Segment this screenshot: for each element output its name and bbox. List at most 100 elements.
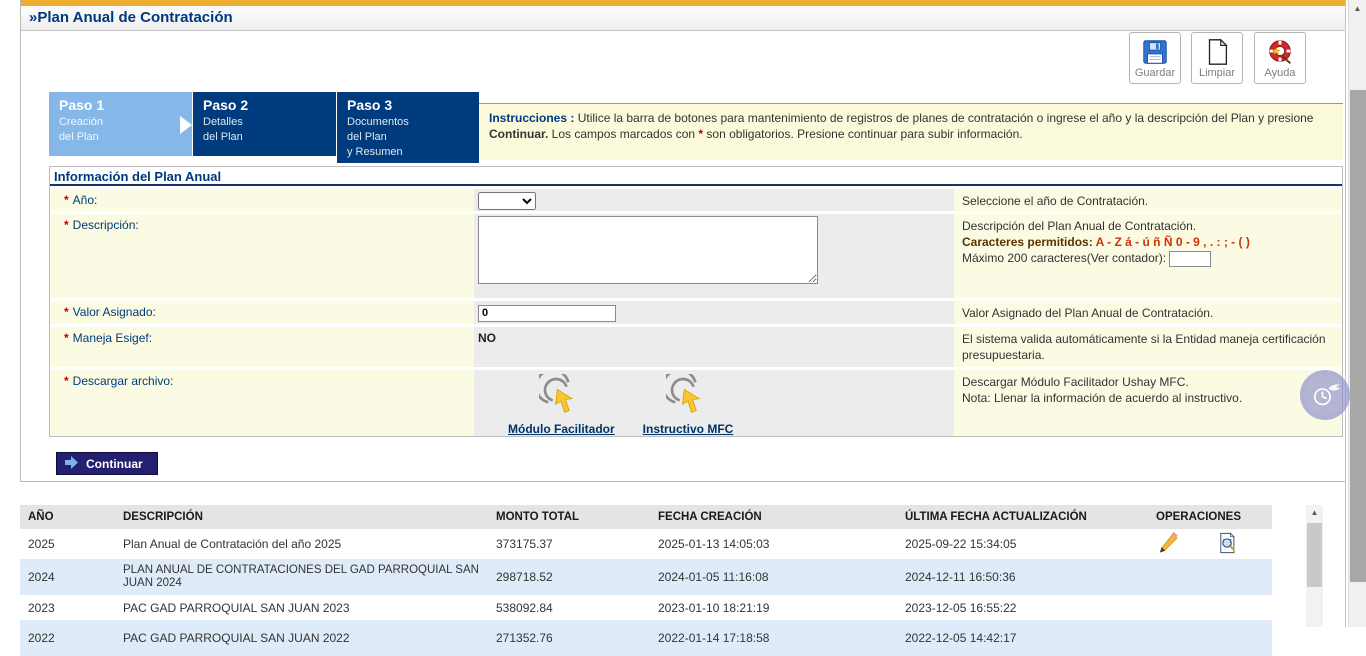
cell-actualizacion: 2023-12-05 16:55:22 [897, 601, 1148, 615]
cell-descripcion: PAC GAD PARROQUIAL SAN JUAN 2023 [115, 601, 488, 615]
anio-select[interactable] [478, 192, 536, 210]
continue-arrow-icon [65, 456, 78, 472]
cell-fecha-creacion: 2024-01-05 11:16:08 [650, 570, 897, 584]
cell-fecha-creacion: 2023-01-10 18:21:19 [650, 601, 897, 615]
descargar-label: Descargar archivo: [73, 374, 174, 388]
descripcion-help: Descripción del Plan Anual de Contrataci… [954, 214, 1342, 298]
descargar-help: Descargar Módulo Facilitador Ushay MFC. … [954, 370, 1342, 436]
page-scrollbar[interactable]: ▲ [1348, 0, 1366, 627]
anio-help: Seleccione el año de Contratación. [954, 189, 1342, 211]
valor-control-cell [474, 301, 954, 324]
descripcion-control-cell [474, 214, 954, 298]
table-scrollbar[interactable]: ▲ [1306, 505, 1323, 627]
descripcion-help-line1: Descripción del Plan Anual de Contrataci… [962, 219, 1196, 233]
descargar-label-cell: * Descargar archivo: [50, 370, 474, 436]
table-scrollbar-thumb[interactable] [1307, 523, 1322, 587]
help-lifebuoy-icon [1255, 33, 1305, 67]
save-label: Guardar [1130, 67, 1180, 79]
cell-monto: 298718.52 [488, 570, 650, 584]
cell-descripcion: PAC GAD PARROQUIAL SAN JUAN 2022 [115, 631, 488, 645]
cell-actualizacion: 2024-12-11 16:50:36 [897, 570, 1148, 584]
valor-input[interactable] [478, 305, 616, 322]
help-button[interactable]: Ayuda [1254, 32, 1306, 84]
nota-text: Llenar la información de acuerdo al inst… [991, 391, 1242, 405]
step-1-creacion[interactable]: Paso 1 Creación del Plan [49, 92, 192, 156]
session-clock-widget[interactable] [1300, 370, 1350, 420]
cell-descripcion: PLAN ANUAL DE CONTRATACIONES DEL GAD PAR… [115, 564, 488, 590]
instructions-text-3: son obligatorios. Presione continuar par… [703, 127, 1023, 141]
cell-descripcion: Plan Anual de Contratación del año 2025 [115, 537, 488, 551]
table-row: 2022 PAC GAD PARROQUIAL SAN JUAN 2022 27… [20, 620, 1272, 656]
edit-pencil-icon[interactable] [1156, 532, 1180, 557]
step-1-line1: Creación [59, 115, 182, 130]
step-3-line1: Documentos [347, 115, 469, 130]
esigef-help: El sistema valida automáticamente si la … [954, 327, 1342, 367]
descripcion-label-cell: * Descripción: [50, 214, 474, 298]
descripcion-label: Descripción: [73, 218, 139, 232]
cell-anio: 2025 [20, 537, 115, 551]
form-section-title: Información del Plan Anual [50, 167, 1342, 186]
save-icon [1130, 33, 1180, 67]
esigef-value: NO [478, 331, 496, 345]
col-operaciones: OPERACIONES [1148, 511, 1272, 523]
modulo-facilitador-label: Módulo Facilitador [508, 422, 615, 436]
col-fecha-creacion: FECHA CREACIÓN [650, 511, 897, 523]
esigef-label: Maneja Esigef: [73, 331, 152, 345]
download-click-icon [539, 374, 583, 421]
instructions-label: Instrucciones : [489, 111, 574, 125]
help-label: Ayuda [1255, 67, 1305, 79]
anio-control-cell [474, 189, 954, 211]
descargar-control-cell: Módulo Facilitador Instructivo MFC [474, 370, 954, 436]
plan-form: Información del Plan Anual *Año: Selecci… [49, 166, 1343, 437]
required-asterisk: * [64, 331, 69, 345]
form-row-descripcion: * Descripción: Descripción del Plan Anual… [50, 214, 1342, 298]
winged-clock-icon [1308, 378, 1342, 412]
instructions-bold-continuar: Continuar. [489, 127, 548, 141]
form-row-anio: *Año: Seleccione el año de Contratación. [50, 189, 1342, 211]
contador-label: Máximo 200 caracteres(Ver contador): [962, 251, 1169, 265]
continuar-label: Continuar [86, 457, 143, 471]
instructions-text-1: Utilice la barra de botones para manteni… [578, 111, 1314, 125]
required-asterisk: * [64, 374, 69, 388]
main-panel: »Plan Anual de Contratación Guardar Limp… [20, 0, 1346, 482]
scroll-up-icon[interactable]: ▲ [1349, 0, 1366, 13]
clear-button[interactable]: Limpiar [1191, 32, 1243, 84]
form-row-valor: *Valor Asignado: Valor Asignado del Plan… [50, 301, 1342, 324]
valor-label-cell: * Valor Asignado: [50, 301, 474, 324]
descargar-help-line1: Descargar Módulo Facilitador Ushay MFC. [962, 375, 1189, 389]
descripcion-textarea[interactable] [478, 216, 818, 284]
save-button[interactable]: Guardar [1129, 32, 1181, 84]
col-ultima-actualizacion: ÚLTIMA FECHA ACTUALIZACIÓN [897, 511, 1148, 523]
instructions-panel: Instrucciones : Utilice la barra de boto… [479, 103, 1343, 160]
cell-anio: 2023 [20, 601, 115, 615]
form-row-descargar: * Descargar archivo: Módulo Facilitador [50, 370, 1342, 436]
blank-page-icon [1192, 33, 1242, 67]
required-asterisk: * [64, 218, 69, 232]
caracteres-permitidos-chars: A - Z á - ú ñ Ñ 0 - 9 , . : ; - ( ) [1093, 235, 1250, 249]
cell-actualizacion: 2022-12-05 14:42:17 [897, 631, 1148, 645]
esigef-control-cell: NO [474, 327, 954, 367]
continuar-button[interactable]: Continuar [56, 452, 158, 475]
cell-actualizacion: 2025-09-22 15:34:05 [897, 537, 1148, 551]
instructivo-mfc-label: Instructivo MFC [643, 422, 734, 436]
required-asterisk: * [64, 305, 69, 319]
cell-fecha-creacion: 2022-01-14 17:18:58 [650, 631, 897, 645]
content-right-border [1345, 0, 1346, 627]
valor-label: Valor Asignado: [73, 305, 156, 319]
page-scrollbar-thumb[interactable] [1350, 90, 1366, 582]
required-asterisk: * [64, 193, 69, 207]
contador-input[interactable] [1169, 251, 1211, 267]
table-row: 2023 PAC GAD PARROQUIAL SAN JUAN 2023 53… [20, 595, 1272, 620]
view-detail-icon[interactable] [1216, 532, 1238, 557]
modulo-facilitador-link[interactable]: Módulo Facilitador [508, 374, 615, 436]
instructivo-mfc-link[interactable]: Instructivo MFC [643, 374, 734, 436]
cell-anio: 2022 [20, 631, 115, 645]
page-title: »Plan Anual de Contratación [29, 9, 233, 26]
step-2-detalles[interactable]: Paso 2 Detalles del Plan [193, 92, 336, 156]
step-2-title: Paso 2 [203, 97, 326, 113]
step-3-documentos[interactable]: Paso 3 Documentos del Plan y Resumen [337, 92, 479, 163]
clear-label: Limpiar [1192, 67, 1242, 79]
table-header-row: AÑO DESCRIPCIÓN MONTO TOTAL FECHA CREACI… [20, 505, 1272, 529]
scroll-up-icon[interactable]: ▲ [1306, 505, 1323, 517]
title-bar: »Plan Anual de Contratación [21, 6, 1346, 31]
